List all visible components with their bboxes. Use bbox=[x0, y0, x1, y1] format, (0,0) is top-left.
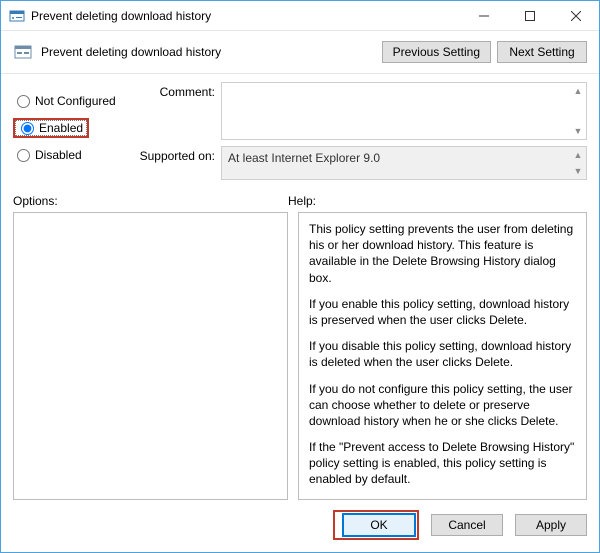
previous-setting-button[interactable]: Previous Setting bbox=[382, 41, 491, 63]
cancel-label: Cancel bbox=[448, 518, 485, 532]
scroll-down-icon[interactable]: ▼ bbox=[570, 123, 586, 139]
radio-enabled-row[interactable]: Enabled bbox=[15, 120, 87, 136]
scroll-up-icon[interactable]: ▲ bbox=[570, 83, 586, 99]
radio-not-configured-label: Not Configured bbox=[35, 94, 116, 108]
field-column: Comment: ▲ ▼ Supported on: At least Inte… bbox=[133, 82, 587, 186]
comment-row: Comment: ▲ ▼ bbox=[133, 82, 587, 140]
help-section-label: Help: bbox=[288, 194, 316, 208]
apply-label: Apply bbox=[536, 518, 566, 532]
radio-not-configured-row[interactable]: Not Configured bbox=[13, 92, 133, 110]
next-setting-label: Next Setting bbox=[509, 45, 574, 59]
titlebar: Prevent deleting download history bbox=[1, 1, 599, 31]
gpo-editor-window: Prevent deleting download history Preven… bbox=[0, 0, 600, 553]
maximize-button[interactable] bbox=[507, 1, 553, 30]
supported-value: At least Internet Explorer 9.0 bbox=[228, 151, 380, 165]
lower-section: This policy setting prevents the user fr… bbox=[13, 212, 587, 500]
supported-on-box: At least Internet Explorer 9.0 ▲ ▼ bbox=[221, 146, 587, 180]
scroll-up-icon: ▲ bbox=[570, 147, 586, 163]
ok-button[interactable]: OK bbox=[343, 514, 415, 536]
options-panel bbox=[13, 212, 288, 500]
comment-textarea[interactable]: ▲ ▼ bbox=[221, 82, 587, 140]
radio-disabled[interactable] bbox=[17, 149, 30, 162]
content-area: Not Configured Enabled Disabled Comment: bbox=[1, 74, 599, 500]
options-section-label: Options: bbox=[13, 194, 288, 208]
footer: OK Cancel Apply bbox=[1, 500, 599, 552]
policy-icon bbox=[13, 42, 33, 62]
scroll-down-icon: ▼ bbox=[570, 163, 586, 179]
next-setting-button[interactable]: Next Setting bbox=[497, 41, 587, 63]
radio-enabled-highlight: Enabled bbox=[13, 118, 89, 138]
upper-section: Not Configured Enabled Disabled Comment: bbox=[13, 82, 587, 186]
supported-row: Supported on: At least Internet Explorer… bbox=[133, 146, 587, 180]
policy-title: Prevent deleting download history bbox=[41, 45, 376, 59]
help-panel: This policy setting prevents the user fr… bbox=[298, 212, 587, 500]
header-bar: Prevent deleting download history Previo… bbox=[1, 31, 599, 74]
supported-label: Supported on: bbox=[133, 146, 221, 180]
radio-disabled-label: Disabled bbox=[35, 148, 82, 162]
ok-highlight: OK bbox=[333, 510, 419, 540]
help-text: If you enable this policy setting, downl… bbox=[309, 296, 576, 328]
comment-scrollbar[interactable]: ▲ ▼ bbox=[570, 83, 586, 139]
help-text: If you do not configure this policy sett… bbox=[309, 381, 576, 430]
section-labels: Options: Help: bbox=[13, 194, 587, 208]
cancel-button[interactable]: Cancel bbox=[431, 514, 503, 536]
radio-enabled-label: Enabled bbox=[39, 121, 83, 135]
state-radio-group: Not Configured Enabled Disabled bbox=[13, 82, 133, 186]
radio-disabled-row[interactable]: Disabled bbox=[13, 146, 133, 164]
close-button[interactable] bbox=[553, 1, 599, 30]
comment-label: Comment: bbox=[133, 82, 221, 140]
apply-button[interactable]: Apply bbox=[515, 514, 587, 536]
previous-setting-label: Previous Setting bbox=[393, 45, 480, 59]
help-text: If you disable this policy setting, down… bbox=[309, 338, 576, 370]
radio-enabled[interactable] bbox=[21, 122, 34, 135]
supported-scrollbar: ▲ ▼ bbox=[570, 147, 586, 179]
app-icon bbox=[9, 8, 25, 24]
help-text: If the "Prevent access to Delete Browsin… bbox=[309, 439, 576, 488]
minimize-button[interactable] bbox=[461, 1, 507, 30]
window-title: Prevent deleting download history bbox=[31, 9, 461, 23]
ok-label: OK bbox=[370, 518, 387, 532]
help-text: This policy setting prevents the user fr… bbox=[309, 221, 576, 286]
radio-not-configured[interactable] bbox=[17, 95, 30, 108]
